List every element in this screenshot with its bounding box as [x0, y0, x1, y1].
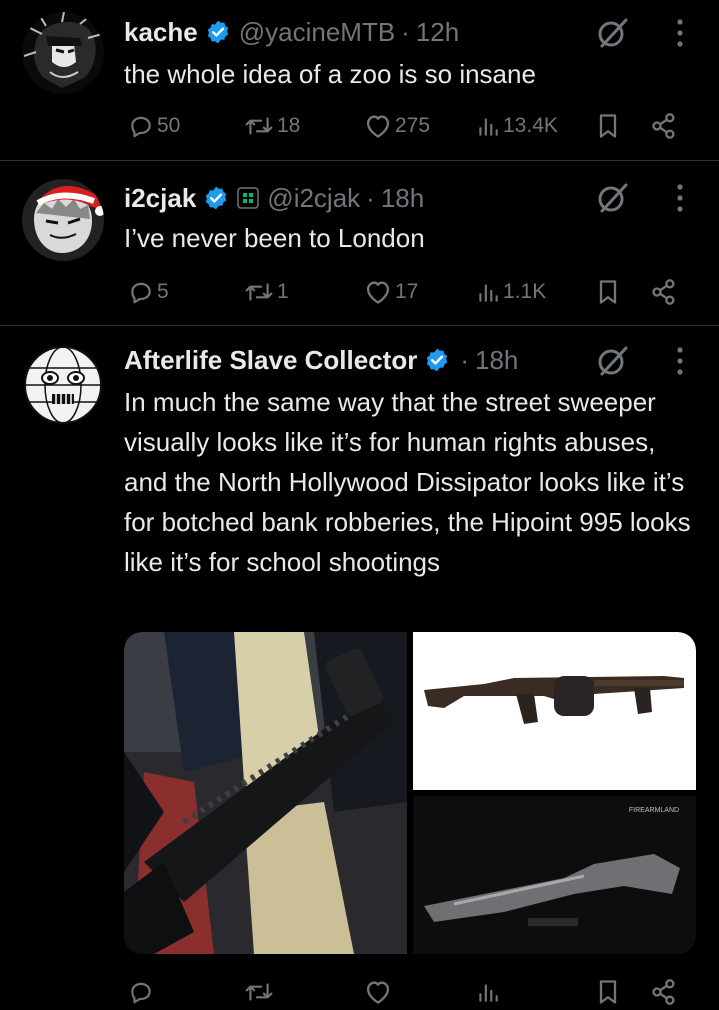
tweet-3-actions — [124, 974, 694, 1010]
tweet-2[interactable]: i2cjak @i2cjak · 18h I’ve never been to … — [0, 161, 719, 325]
avatar-kache[interactable] — [22, 12, 104, 94]
media-photo-drum-shotgun[interactable] — [413, 632, 696, 790]
views-button[interactable] — [476, 974, 500, 1010]
share-icon — [652, 113, 675, 139]
share-icon — [652, 279, 675, 305]
like-icon — [366, 115, 390, 138]
reply-button[interactable]: 50 — [128, 108, 180, 144]
timestamp[interactable]: 12h — [416, 17, 459, 48]
reply-icon — [131, 982, 151, 1004]
views-icon — [479, 984, 498, 1002]
views-icon — [479, 118, 498, 136]
tweet-text: I’ve never been to London — [124, 223, 425, 253]
repost-icon — [245, 117, 273, 135]
tweet-1[interactable]: kache @yacineMTB · 12h the whole idea of… — [0, 0, 719, 160]
tweet-text: the whole idea of a zoo is so insane — [124, 59, 536, 89]
bookmark-icon — [599, 980, 617, 1004]
reply-button[interactable] — [128, 974, 154, 1010]
grok-icon[interactable] — [596, 181, 630, 215]
views-icon — [479, 284, 498, 302]
repost-count: 18 — [277, 114, 301, 137]
bookmark-button[interactable] — [596, 274, 620, 310]
media-photo-person-with-rifle[interactable] — [124, 632, 407, 954]
verified-badge-icon[interactable] — [203, 185, 229, 211]
like-button[interactable] — [364, 974, 392, 1010]
like-count: 17 — [395, 280, 419, 303]
tweet-1-actions: 50 18 275 13.4K — [124, 108, 694, 144]
more-icon[interactable] — [675, 18, 685, 48]
avatar-afterlife[interactable] — [22, 344, 104, 426]
more-icon[interactable] — [675, 346, 685, 376]
more-icon[interactable] — [675, 183, 685, 213]
affiliate-badge-icon[interactable] — [237, 187, 260, 209]
display-name[interactable]: Afterlife Slave Collector — [124, 345, 417, 376]
grok-icon[interactable] — [596, 16, 630, 50]
like-icon — [366, 981, 390, 1004]
user-handle[interactable]: @yacineMTB — [239, 17, 395, 48]
like-button[interactable]: 275 — [364, 108, 430, 144]
reply-icon — [131, 282, 151, 304]
reply-button[interactable]: 5 — [128, 274, 169, 310]
bookmark-icon — [599, 280, 617, 304]
reply-count: 5 — [157, 280, 169, 303]
media-watermark: FIREARMLAND — [629, 807, 679, 814]
bookmark-icon — [599, 114, 617, 138]
separator-dot: · — [366, 182, 375, 213]
share-button[interactable] — [650, 974, 678, 1010]
repost-count: 1 — [277, 280, 289, 303]
tweet-3-header: Afterlife Slave Collector · 18h — [124, 342, 699, 378]
tweet-media-grid[interactable]: FIREARMLAND — [124, 632, 696, 954]
display-name[interactable]: kache — [124, 17, 198, 48]
like-count: 275 — [395, 114, 431, 137]
share-button[interactable] — [650, 274, 678, 310]
view-count: 1.1K — [503, 280, 547, 303]
repost-button[interactable]: 1 — [244, 274, 289, 310]
display-name[interactable]: i2cjak — [124, 183, 196, 214]
tweet-2-actions: 5 1 17 1.1K — [124, 274, 694, 310]
tweet-text: In much the same way that the street swe… — [124, 387, 691, 577]
repost-icon — [245, 283, 273, 301]
bookmark-button[interactable] — [596, 108, 620, 144]
share-icon — [652, 979, 675, 1005]
views-button[interactable]: 13.4K — [476, 108, 558, 144]
like-icon — [366, 281, 390, 304]
user-handle[interactable]: @i2cjak — [267, 183, 360, 214]
repost-button[interactable] — [244, 974, 274, 1010]
view-count: 13.4K — [503, 114, 558, 137]
avatar-i2cjak[interactable] — [22, 179, 104, 261]
grok-icon[interactable] — [596, 344, 630, 378]
repost-icon — [245, 983, 273, 1001]
repost-button[interactable]: 18 — [244, 108, 300, 144]
like-button[interactable]: 17 — [364, 274, 418, 310]
tweet-separator — [0, 325, 719, 326]
separator-dot: · — [401, 16, 410, 47]
verified-badge-icon[interactable] — [205, 19, 231, 45]
timestamp[interactable]: 18h — [475, 345, 518, 376]
timestamp[interactable]: 18h — [381, 183, 424, 214]
separator-dot: · — [460, 344, 469, 375]
reply-count: 50 — [157, 114, 181, 137]
media-photo-hipoint-carbine[interactable]: FIREARMLAND — [413, 796, 696, 954]
bookmark-button[interactable] — [596, 974, 620, 1010]
reply-icon — [131, 116, 151, 138]
share-button[interactable] — [650, 108, 678, 144]
verified-badge-icon[interactable] — [424, 347, 450, 373]
views-button[interactable]: 1.1K — [476, 274, 546, 310]
